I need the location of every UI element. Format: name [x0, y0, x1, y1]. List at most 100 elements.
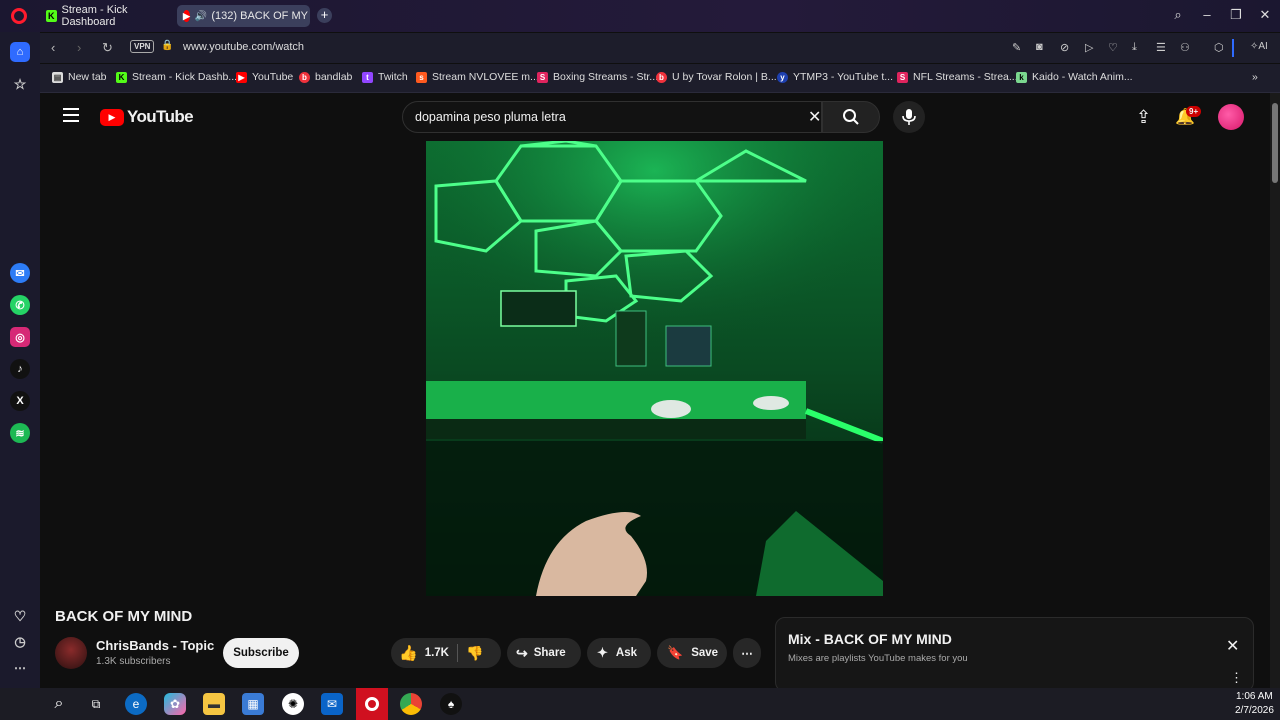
bookmark-boxing-streams[interactable]: S Boxing Streams - Str... [537, 71, 658, 83]
clock-date[interactable]: 2/7/2026 [1235, 705, 1274, 716]
scrollbar-thumb[interactable] [1272, 103, 1278, 183]
spotify-icon[interactable]: ≋ [10, 423, 30, 443]
youtube-logo-text: YouTube [127, 107, 194, 126]
clear-search-icon[interactable]: ✕ [808, 107, 821, 127]
save-button[interactable]: 🔖 Save [657, 638, 727, 668]
search-input[interactable]: dopamina peso pluma letra ✕ [402, 101, 822, 133]
bookmark-label: NFL Streams - Strea... [913, 71, 1018, 83]
edit-icon[interactable]: ✎ [1012, 41, 1021, 54]
adblock-icon[interactable]: ⊘ [1060, 41, 1069, 54]
avatar[interactable] [1218, 104, 1244, 130]
download-icon[interactable]: ⤓ [1132, 41, 1137, 54]
search-value[interactable]: dopamina peso pluma letra [415, 110, 566, 124]
search-tabs-icon[interactable]: ⌕ [1169, 7, 1187, 23]
opera-logo-icon[interactable] [11, 8, 27, 24]
back-icon[interactable]: ‹ [51, 40, 55, 55]
play-icon[interactable]: ▷ [1085, 41, 1093, 54]
bookmark-kaido[interactable]: k Kaido - Watch Anim... [1016, 71, 1133, 83]
bookmark-ytmp3[interactable]: y YTMP3 - YouTube t... [777, 71, 893, 83]
youtube-icon: ▶ [236, 71, 247, 83]
camera-icon[interactable]: ◙ [1036, 41, 1043, 53]
bookmark-new-tab[interactable]: ▤ New tab [52, 71, 107, 83]
like-button[interactable]: 👍 1.7K [391, 644, 449, 662]
extensions-icon[interactable]: ⬡ [1214, 41, 1224, 54]
task-view-icon[interactable]: ⧉ [85, 693, 107, 715]
clock-time[interactable]: 1:06 AM [1236, 691, 1273, 702]
file-explorer-icon[interactable]: ▬ [203, 693, 225, 715]
bookmark-stream-nvlovee[interactable]: s Stream NVLOVEE m... [416, 71, 539, 83]
speaker-icon[interactable]: 🔊 [195, 11, 207, 22]
bookmark-bandlab[interactable]: b bandlab [299, 71, 352, 83]
ask-label: Ask [615, 647, 638, 659]
new-tab-button[interactable]: + [317, 8, 332, 23]
messenger-icon[interactable]: ✉ [10, 263, 30, 283]
search-icon[interactable]: ⌕ [48, 693, 70, 715]
outlook-icon[interactable]: ✉ [321, 693, 343, 715]
channel-name[interactable]: ChrisBands - Topic [96, 638, 214, 653]
channel-avatar[interactable] [55, 637, 87, 669]
close-mix-icon[interactable]: ✕ [1226, 636, 1239, 656]
bookmark-twitch[interactable]: t Twitch [362, 71, 408, 83]
easy-setup-icon[interactable]: ☰ [1156, 41, 1166, 54]
video-player[interactable] [426, 141, 883, 596]
bookmark-label: Stream - Kick Dashb... [132, 71, 238, 83]
profile-icon[interactable]: ⚇ [1180, 41, 1190, 54]
aria-ai-button[interactable]: ✧AI [1250, 41, 1268, 52]
bookmark-tovar-rolon[interactable]: b U by Tovar Rolon | B... [656, 71, 777, 83]
bookmark-youtube[interactable]: ▶ YouTube [236, 71, 293, 83]
youtube-logo[interactable]: ▶ YouTube [100, 107, 194, 127]
share-button[interactable]: ↪ Share [507, 638, 581, 668]
opera-taskbar-icon[interactable] [356, 688, 388, 720]
home-icon[interactable]: ⌂ [10, 42, 30, 62]
bookmark-kick[interactable]: K Stream - Kick Dashb... [116, 71, 237, 83]
save-label: Save [691, 647, 719, 659]
reload-icon[interactable]: ↻ [102, 40, 113, 56]
page-scrollbar[interactable] [1270, 93, 1280, 688]
tab-kick-dashboard[interactable]: K Stream - Kick Dashboard [40, 4, 175, 28]
history-icon[interactable]: ◷ [10, 632, 30, 652]
tab-label: Stream - Kick Dashboard [61, 4, 128, 28]
url-text[interactable]: www.youtube.com/watch [183, 41, 304, 53]
lock-icon[interactable]: 🔒 [161, 40, 173, 51]
bookmarks-bar: ▤ New tab K Stream - Kick Dashb... ▶ YouTub… [40, 64, 1280, 93]
forward-icon[interactable]: › [77, 40, 81, 55]
bookmark-nfl-streams[interactable]: S NFL Streams - Strea... [897, 71, 1018, 83]
microsoft-store-icon[interactable]: ▦ [242, 693, 264, 715]
search-button[interactable] [822, 101, 880, 133]
mix-options-icon[interactable]: ⋮ [1230, 670, 1243, 686]
copilot-icon[interactable]: ✿ [164, 693, 186, 715]
close-window-button[interactable]: ✕ [1256, 7, 1274, 23]
youtube-play-icon: ▶ [100, 108, 124, 126]
bookmark-heart-icon[interactable]: ♡ [1108, 41, 1118, 54]
address-bar-row: ‹ › ↻ VPN 🔒 www.youtube.com/watch ✎ ◙ ⊘ … [40, 33, 1280, 63]
ask-button[interactable]: ✦ Ask [587, 638, 651, 668]
vpn-badge[interactable]: VPN [130, 40, 155, 53]
tiktok-icon[interactable]: ♪ [10, 359, 30, 379]
windows-start-icon[interactable] [8, 696, 23, 711]
tab-youtube-video[interactable]: ▶ 🔊 (132) BACK OF MY MI [177, 5, 310, 27]
bookmarks-overflow-icon[interactable]: » [1252, 71, 1258, 83]
maximize-button[interactable]: ❐ [1227, 7, 1245, 23]
opera-sidebar: ⌂ ☆ ✉ ✆ ◎ ♪ X ≋ ♡ ◷ ⋯ [0, 32, 40, 688]
chrome-icon[interactable] [400, 693, 422, 715]
ai-label: AI [1258, 41, 1268, 52]
x-twitter-icon[interactable]: X [10, 391, 30, 411]
chatgpt-icon[interactable]: ✺ [282, 693, 304, 715]
minimize-button[interactable]: – [1198, 7, 1216, 22]
heart-icon[interactable]: ♡ [10, 606, 30, 626]
voice-search-button[interactable] [893, 101, 925, 133]
instagram-icon[interactable]: ◎ [10, 327, 30, 347]
divider [456, 644, 458, 662]
whatsapp-icon[interactable]: ✆ [10, 295, 30, 315]
dislike-button[interactable]: 👎 [466, 645, 483, 662]
create-upload-icon[interactable]: ⇪ [1136, 107, 1151, 128]
app-icon[interactable]: ♠ [440, 693, 462, 715]
mix-title[interactable]: Mix - BACK OF MY MIND [788, 631, 952, 647]
bookmark-label: Stream NVLOVEE m... [432, 71, 539, 83]
subscribe-button[interactable]: Subscribe [223, 638, 299, 668]
speed-dial-icon[interactable]: ☆ [10, 74, 30, 94]
more-options-icon[interactable]: ⋯ [10, 658, 30, 678]
edge-icon[interactable]: e [125, 693, 147, 715]
menu-icon[interactable] [63, 108, 79, 122]
more-actions-button[interactable]: ⋯ [733, 638, 761, 668]
